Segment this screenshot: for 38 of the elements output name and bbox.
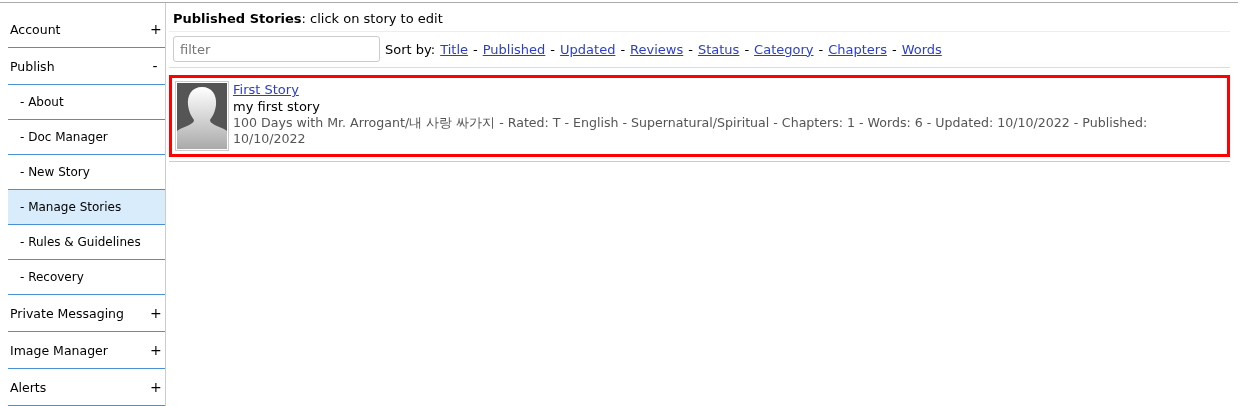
- expand-toggle[interactable]: +: [150, 305, 160, 321]
- expand-toggle[interactable]: -: [150, 58, 160, 74]
- sidebar-item[interactable]: - Rules & Guidelines: [8, 225, 165, 260]
- sidebar-item[interactable]: Account +: [8, 11, 165, 48]
- separator: -: [891, 41, 897, 57]
- separator: -: [818, 41, 824, 57]
- sort-link[interactable]: Words: [901, 41, 942, 57]
- story-details: 100 Days with Mr. Arrogant/내 사랑 싸가지 - Rated: T - English - Supernatural/Spiritual - Chapters: 1 - Words: 6 - Updated: 10/10/2022 - Published: 10/10/2022: [233, 115, 1149, 147]
- sidebar-item[interactable]: Private Messaging +: [8, 295, 165, 332]
- separator: -: [688, 41, 693, 57]
- sort-link[interactable]: Published: [482, 41, 546, 57]
- story-title-link[interactable]: First Story: [233, 81, 1214, 98]
- sidebar-item[interactable]: - About: [8, 85, 165, 120]
- expand-toggle[interactable]: +: [150, 379, 160, 395]
- story-card[interactable]: First Story my first story 100 Days with Mr. Arrogant/내 사랑 싸가지 - Rated: T - English - Supernatural/Spiritual - Chapters: 1 - Words: 6 - Updated: 10/10/2022 - Published: 10/10/2022: [169, 75, 1230, 157]
- sidebar-item[interactable]: - Manage Stories: [8, 190, 165, 225]
- sort-link[interactable]: Updated: [560, 41, 616, 57]
- page-heading: Published Stories: click on story to edit: [169, 11, 1230, 32]
- separator: -: [473, 41, 478, 57]
- sidebar-item[interactable]: - Recovery: [8, 260, 165, 295]
- sort-link[interactable]: Status: [697, 41, 740, 57]
- sort-link[interactable]: Chapters: [828, 41, 887, 57]
- avatar-icon: [175, 81, 229, 151]
- sort-link[interactable]: Title: [440, 41, 469, 57]
- sort-link[interactable]: Reviews: [630, 41, 684, 57]
- separator: -: [620, 41, 626, 57]
- sort-link[interactable]: Category: [754, 41, 814, 57]
- sidebar-item[interactable]: Alerts +: [8, 369, 165, 406]
- separator: -: [744, 41, 750, 57]
- story-summary: my first story: [233, 98, 321, 115]
- sidebar-item[interactable]: Image Manager +: [8, 332, 165, 369]
- sidebar-item[interactable]: Publish -: [8, 48, 165, 85]
- expand-toggle[interactable]: +: [150, 342, 160, 358]
- expand-toggle[interactable]: +: [150, 21, 160, 37]
- filter-field[interactable]: filter: [173, 36, 380, 62]
- sort-label: Sort by:: [385, 41, 436, 57]
- sidebar-item[interactable]: - Doc Manager: [8, 120, 165, 155]
- separator: -: [550, 41, 556, 57]
